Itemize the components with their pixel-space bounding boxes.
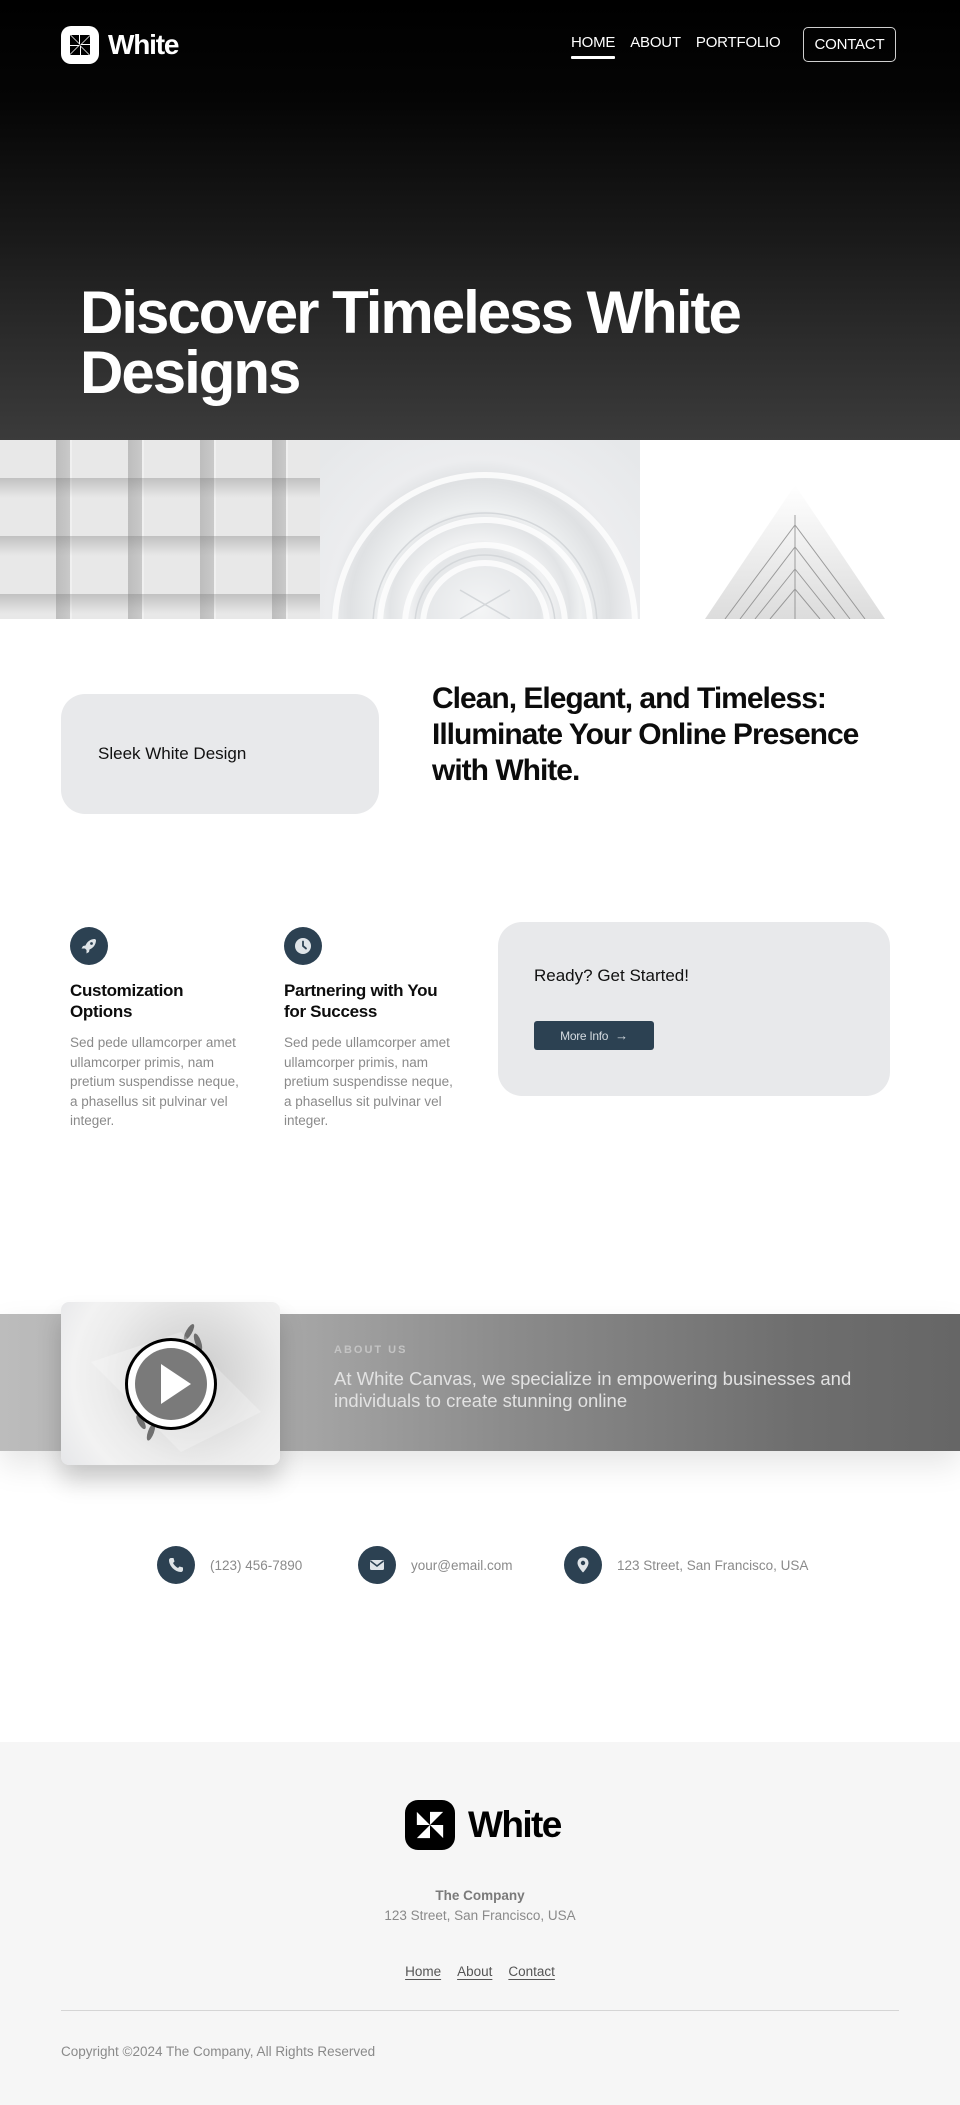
footer-link-contact[interactable]: Contact bbox=[508, 1964, 555, 1979]
contact-phone[interactable]: (123) 456-7890 bbox=[157, 1546, 302, 1584]
arrow-right-icon: → bbox=[615, 1028, 628, 1043]
image-gallery bbox=[0, 440, 960, 619]
contact-button[interactable]: CONTACT bbox=[803, 27, 896, 62]
intro-section: Sleek White Design Clean, Elegant, and T… bbox=[0, 619, 960, 919]
phone-number: (123) 456-7890 bbox=[210, 1557, 303, 1573]
nav-item-home[interactable]: HOME bbox=[571, 34, 616, 59]
clock-icon bbox=[284, 927, 322, 965]
feature-text: Sed pede ullamcorper amet ullamcorper pr… bbox=[70, 1035, 239, 1129]
footer-links: Home About Contact bbox=[0, 1964, 960, 1979]
contact-info: (123) 456-7890 your@email.com 123 Street… bbox=[0, 1546, 960, 1742]
more-info-label: More Info bbox=[560, 1028, 609, 1043]
feature-title: Partnering with You for Success bbox=[284, 981, 438, 1021]
more-info-button[interactable]: More Info → bbox=[534, 1021, 654, 1050]
skyscraper-image bbox=[640, 440, 960, 619]
feature-title: Customization Options bbox=[70, 981, 184, 1021]
contact-address[interactable]: 123 Street, San Francisco, USA bbox=[564, 1546, 808, 1584]
footer-logo[interactable]: White bbox=[405, 1800, 562, 1850]
rocket-icon bbox=[70, 927, 108, 965]
copyright: Copyright ©2024 The Company, All Rights … bbox=[61, 2044, 376, 2059]
street-address: 123 Street, San Francisco, USA bbox=[617, 1557, 809, 1573]
feature-card: Customization Options Sed pede ullamcorp… bbox=[61, 927, 241, 1131]
pinwheel-logo-icon bbox=[61, 26, 99, 64]
pinwheel-logo-icon bbox=[405, 1800, 455, 1850]
company-name: The Company bbox=[435, 1888, 525, 1903]
company-address: 123 Street, San Francisco, USA bbox=[384, 1908, 576, 1923]
intro-heading: Clean, Elegant, and Timeless: Illuminate… bbox=[432, 682, 859, 787]
nav-item-portfolio[interactable]: PORTFOLIO bbox=[696, 34, 781, 59]
footer-link-home[interactable]: Home bbox=[405, 1964, 441, 1979]
feature-text: Sed pede ullamcorper amet ullamcorper pr… bbox=[284, 1035, 453, 1129]
envelope-icon bbox=[358, 1546, 396, 1584]
play-button[interactable] bbox=[123, 1336, 219, 1437]
features-section: Customization Options Sed pede ullamcorp… bbox=[0, 919, 960, 1302]
cta-card: Ready? Get Started! More Info → bbox=[498, 922, 890, 1096]
sleek-design-card: Sleek White Design bbox=[61, 694, 379, 814]
footer-brand-name: White bbox=[468, 1804, 562, 1845]
brand-name: White bbox=[108, 29, 179, 60]
feature-card: Partnering with You for Success Sed pede… bbox=[275, 927, 455, 1131]
brand-logo[interactable]: White bbox=[61, 26, 179, 64]
footer-divider bbox=[61, 2010, 899, 2011]
spiral-staircase-image bbox=[320, 440, 640, 619]
map-pin-icon bbox=[564, 1546, 602, 1584]
video-thumbnail[interactable] bbox=[61, 1302, 280, 1465]
nav-item-about[interactable]: ABOUT bbox=[630, 34, 681, 59]
hero-title: Discover Timeless White Designs bbox=[80, 279, 742, 406]
architecture-facade-image bbox=[0, 440, 320, 619]
email-address: your@email.com bbox=[411, 1557, 513, 1573]
phone-icon bbox=[157, 1546, 195, 1584]
about-section: ABOUT US At White Canvas, we specialize … bbox=[0, 1302, 960, 1546]
contact-email[interactable]: your@email.com bbox=[358, 1546, 512, 1584]
about-label: ABOUT US bbox=[334, 1344, 408, 1356]
cta-title: Ready? Get Started! bbox=[534, 966, 689, 985]
footer-link-about[interactable]: About bbox=[457, 1964, 492, 1979]
footer: White The Company 123 Street, San Franci… bbox=[0, 1742, 960, 2105]
hero-section: White HOME ABOUT PORTFOLIO CONTACT Disco… bbox=[0, 0, 960, 440]
about-text: At White Canvas, we specialize in empowe… bbox=[334, 1368, 852, 1411]
main-nav: HOME ABOUT PORTFOLIO bbox=[571, 34, 796, 59]
